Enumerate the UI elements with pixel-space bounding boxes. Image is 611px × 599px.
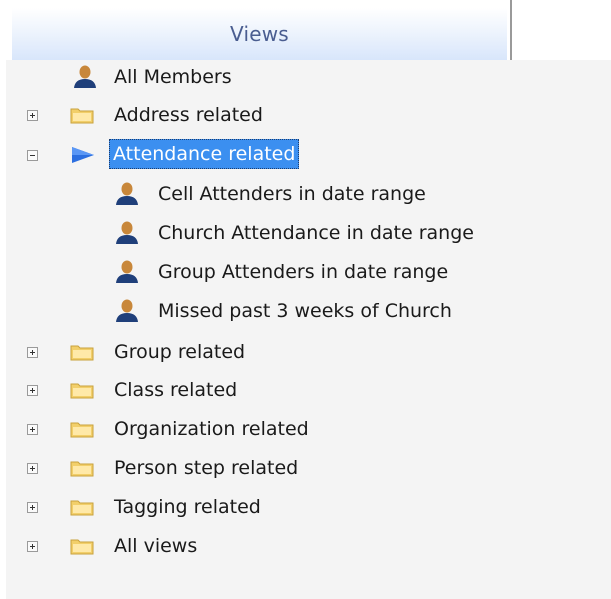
expand-icon[interactable] bbox=[27, 110, 38, 121]
tree-label-group-attenders: Group Attenders in date range bbox=[158, 261, 449, 283]
tree-node-attendance-related[interactable]: Attendance related bbox=[0, 139, 611, 171]
user-icon bbox=[116, 260, 138, 283]
tree-node-person-step-related[interactable]: Person step related bbox=[0, 452, 611, 484]
collapse-icon[interactable] bbox=[27, 150, 38, 161]
expand-icon[interactable] bbox=[27, 502, 38, 513]
tree-node-address-related[interactable]: Address related bbox=[0, 99, 611, 131]
views-title: Views bbox=[230, 22, 289, 46]
tree-label-class-related: Class related bbox=[114, 379, 238, 401]
tree-label-tagging-related: Tagging related bbox=[114, 496, 261, 518]
user-icon bbox=[116, 182, 138, 205]
user-icon bbox=[74, 65, 96, 88]
folder-icon bbox=[70, 539, 94, 555]
tree-label-person-step-related: Person step related bbox=[114, 457, 299, 479]
tree-label-attendance-related: Attendance related bbox=[109, 139, 300, 169]
tree-label-missed-church: Missed past 3 weeks of Church bbox=[158, 300, 452, 322]
user-icon bbox=[116, 299, 138, 322]
folder-icon bbox=[70, 422, 94, 438]
expand-icon[interactable] bbox=[27, 347, 38, 358]
tree-label-cell-attenders: Cell Attenders in date range bbox=[158, 183, 426, 205]
panel-divider bbox=[510, 0, 512, 60]
tree-label-all-members: All Members bbox=[114, 66, 232, 88]
folder-icon bbox=[70, 461, 94, 477]
expand-icon[interactable] bbox=[27, 463, 38, 474]
tree-node-tagging-related[interactable]: Tagging related bbox=[0, 491, 611, 523]
user-icon bbox=[116, 221, 138, 244]
expand-icon[interactable] bbox=[27, 541, 38, 552]
tree-node-class-related[interactable]: Class related bbox=[0, 374, 611, 406]
tree-label-group-related: Group related bbox=[114, 341, 246, 363]
tree-node-cell-attenders[interactable]: Cell Attenders in date range bbox=[0, 178, 611, 210]
tree-label-organization-related: Organization related bbox=[114, 418, 309, 440]
views-header: Views bbox=[12, 8, 507, 60]
folder-icon bbox=[70, 345, 94, 361]
expand-icon[interactable] bbox=[27, 424, 38, 435]
tree-label-church-attendance: Church Attendance in date range bbox=[158, 222, 474, 244]
tree-node-group-attenders[interactable]: Group Attenders in date range bbox=[0, 256, 611, 288]
folder-icon bbox=[70, 108, 94, 124]
tree-label-all-views: All views bbox=[114, 535, 198, 557]
blue-arrow-icon bbox=[72, 147, 94, 163]
expand-icon[interactable] bbox=[27, 385, 38, 396]
tree-node-missed-church[interactable]: Missed past 3 weeks of Church bbox=[0, 295, 611, 327]
tree-node-group-related[interactable]: Group related bbox=[0, 336, 611, 368]
folder-icon bbox=[70, 500, 94, 516]
folder-icon bbox=[70, 383, 94, 399]
tree-node-church-attendance[interactable]: Church Attendance in date range bbox=[0, 217, 611, 249]
tree-node-all-views[interactable]: All views bbox=[0, 530, 611, 562]
views-panel: Views All Members Address related Attend… bbox=[0, 0, 611, 599]
tree-label-address-related: Address related bbox=[114, 104, 263, 126]
tree-node-all-members[interactable]: All Members bbox=[0, 61, 611, 93]
tree-node-organization-related[interactable]: Organization related bbox=[0, 413, 611, 445]
